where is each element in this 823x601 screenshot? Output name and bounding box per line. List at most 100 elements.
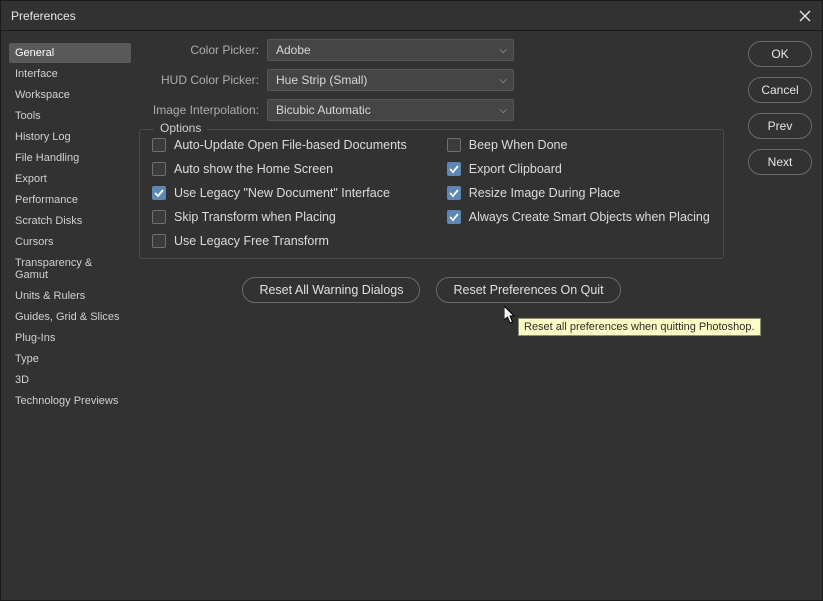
sidebar-item-label: 3D bbox=[15, 374, 29, 386]
checkbox-label: Resize Image During Place bbox=[469, 186, 620, 200]
checkbox[interactable] bbox=[447, 186, 461, 200]
row-color-picker: Color Picker: Adobe ⌵ bbox=[139, 39, 724, 61]
button-label: Prev bbox=[768, 119, 793, 133]
sidebar-item-workspace[interactable]: Workspace bbox=[9, 85, 131, 105]
checkbox-row[interactable]: Use Legacy "New Document" Interface bbox=[152, 186, 407, 200]
sidebar-item-transparency-gamut[interactable]: Transparency & Gamut bbox=[9, 253, 131, 285]
main-panel: Color Picker: Adobe ⌵ HUD Color Picker: … bbox=[131, 31, 732, 600]
sidebar-item-label: Export bbox=[15, 173, 47, 185]
chevron-down-icon: ⌵ bbox=[499, 75, 507, 86]
button-label: Next bbox=[768, 155, 793, 169]
sidebar-item-file-handling[interactable]: File Handling bbox=[9, 148, 131, 168]
checkbox-label: Auto-Update Open File-based Documents bbox=[174, 138, 407, 152]
chevron-down-icon: ⌵ bbox=[499, 45, 507, 56]
checkbox-label: Use Legacy "New Document" Interface bbox=[174, 186, 390, 200]
sidebar-item-label: History Log bbox=[15, 131, 71, 143]
select-hud-color-picker[interactable]: Hue Strip (Small) ⌵ bbox=[267, 69, 514, 91]
window-title: Preferences bbox=[11, 9, 76, 23]
checkbox-row[interactable]: Beep When Done bbox=[447, 138, 710, 152]
row-image-interpolation: Image Interpolation: Bicubic Automatic ⌵ bbox=[139, 99, 724, 121]
ok-button[interactable]: OK bbox=[748, 41, 812, 67]
sidebar-item-label: Units & Rulers bbox=[15, 290, 85, 302]
chevron-down-icon: ⌵ bbox=[499, 105, 507, 116]
button-row: Reset All Warning Dialogs Reset Preferen… bbox=[139, 277, 724, 303]
tooltip: Reset all preferences when quitting Phot… bbox=[518, 318, 761, 336]
prev-button[interactable]: Prev bbox=[748, 113, 812, 139]
checkbox[interactable] bbox=[447, 138, 461, 152]
next-button[interactable]: Next bbox=[748, 149, 812, 175]
checkbox-label: Auto show the Home Screen bbox=[174, 162, 333, 176]
checkbox[interactable] bbox=[152, 138, 166, 152]
close-icon[interactable] bbox=[796, 7, 814, 25]
checkbox-label: Use Legacy Free Transform bbox=[174, 234, 329, 248]
options-legend: Options bbox=[154, 121, 207, 135]
cancel-button[interactable]: Cancel bbox=[748, 77, 812, 103]
sidebar-item-label: Technology Previews bbox=[15, 395, 118, 407]
select-value: Adobe bbox=[276, 43, 311, 57]
button-label: Cancel bbox=[761, 83, 798, 97]
label-color-picker: Color Picker: bbox=[139, 43, 259, 57]
checkbox-label: Export Clipboard bbox=[469, 162, 562, 176]
titlebar: Preferences bbox=[1, 1, 822, 31]
sidebar-item-plug-ins[interactable]: Plug-Ins bbox=[9, 328, 131, 348]
sidebar-item-label: Cursors bbox=[15, 236, 54, 248]
sidebar-item-history-log[interactable]: History Log bbox=[9, 127, 131, 147]
sidebar-item-technology-previews[interactable]: Technology Previews bbox=[9, 391, 131, 411]
label-hud-color-picker: HUD Color Picker: bbox=[139, 73, 259, 87]
sidebar-item-tools[interactable]: Tools bbox=[9, 106, 131, 126]
row-hud-color-picker: HUD Color Picker: Hue Strip (Small) ⌵ bbox=[139, 69, 724, 91]
checkbox-label: Beep When Done bbox=[469, 138, 568, 152]
right-buttons: OK Cancel Prev Next bbox=[732, 31, 822, 600]
checkbox-row[interactable]: Always Create Smart Objects when Placing bbox=[447, 210, 710, 224]
select-color-picker[interactable]: Adobe ⌵ bbox=[267, 39, 514, 61]
label-image-interpolation: Image Interpolation: bbox=[139, 103, 259, 117]
options-fieldset: Options Auto-Update Open File-based Docu… bbox=[139, 129, 724, 259]
sidebar-item-label: Type bbox=[15, 353, 39, 365]
checkbox-label: Skip Transform when Placing bbox=[174, 210, 336, 224]
options-col-left: Auto-Update Open File-based Documents Aut… bbox=[152, 138, 407, 248]
checkbox[interactable] bbox=[447, 162, 461, 176]
button-label: Reset All Warning Dialogs bbox=[259, 283, 403, 297]
options-columns: Auto-Update Open File-based Documents Aut… bbox=[152, 138, 711, 248]
sidebar-item-guides-grid-slices[interactable]: Guides, Grid & Slices bbox=[9, 307, 131, 327]
checkbox-row[interactable]: Auto show the Home Screen bbox=[152, 162, 407, 176]
sidebar-item-cursors[interactable]: Cursors bbox=[9, 232, 131, 252]
checkbox-row[interactable]: Export Clipboard bbox=[447, 162, 710, 176]
sidebar-item-performance[interactable]: Performance bbox=[9, 190, 131, 210]
sidebar-item-label: Guides, Grid & Slices bbox=[15, 311, 120, 323]
button-label: Reset Preferences On Quit bbox=[453, 283, 603, 297]
button-label: OK bbox=[771, 47, 788, 61]
checkbox-row[interactable]: Resize Image During Place bbox=[447, 186, 710, 200]
checkbox[interactable] bbox=[447, 210, 461, 224]
select-value: Hue Strip (Small) bbox=[276, 73, 367, 87]
checkbox[interactable] bbox=[152, 186, 166, 200]
sidebar-item-scratch-disks[interactable]: Scratch Disks bbox=[9, 211, 131, 231]
sidebar-item-export[interactable]: Export bbox=[9, 169, 131, 189]
checkbox-label: Always Create Smart Objects when Placing bbox=[469, 210, 710, 224]
preferences-window: Preferences General Interface Workspace … bbox=[0, 0, 823, 601]
reset-on-quit-button[interactable]: Reset Preferences On Quit bbox=[436, 277, 620, 303]
checkbox[interactable] bbox=[152, 210, 166, 224]
sidebar-item-label: Tools bbox=[15, 110, 41, 122]
sidebar-item-label: Interface bbox=[15, 68, 58, 80]
sidebar-item-label: Plug-Ins bbox=[15, 332, 55, 344]
sidebar-item-general[interactable]: General bbox=[9, 43, 131, 63]
sidebar-item-label: Scratch Disks bbox=[15, 215, 82, 227]
sidebar-item-label: General bbox=[15, 47, 54, 59]
sidebar-item-3d[interactable]: 3D bbox=[9, 370, 131, 390]
select-value: Bicubic Automatic bbox=[276, 103, 371, 117]
sidebar: General Interface Workspace Tools Histor… bbox=[1, 31, 131, 600]
sidebar-item-label: File Handling bbox=[15, 152, 79, 164]
sidebar-item-units-rulers[interactable]: Units & Rulers bbox=[9, 286, 131, 306]
select-image-interpolation[interactable]: Bicubic Automatic ⌵ bbox=[267, 99, 514, 121]
checkbox-row[interactable]: Use Legacy Free Transform bbox=[152, 234, 407, 248]
sidebar-item-label: Transparency & Gamut bbox=[15, 257, 92, 281]
sidebar-item-interface[interactable]: Interface bbox=[9, 64, 131, 84]
checkbox-row[interactable]: Auto-Update Open File-based Documents bbox=[152, 138, 407, 152]
body: General Interface Workspace Tools Histor… bbox=[1, 31, 822, 600]
reset-warnings-button[interactable]: Reset All Warning Dialogs bbox=[242, 277, 420, 303]
checkbox-row[interactable]: Skip Transform when Placing bbox=[152, 210, 407, 224]
checkbox[interactable] bbox=[152, 234, 166, 248]
checkbox[interactable] bbox=[152, 162, 166, 176]
sidebar-item-type[interactable]: Type bbox=[9, 349, 131, 369]
